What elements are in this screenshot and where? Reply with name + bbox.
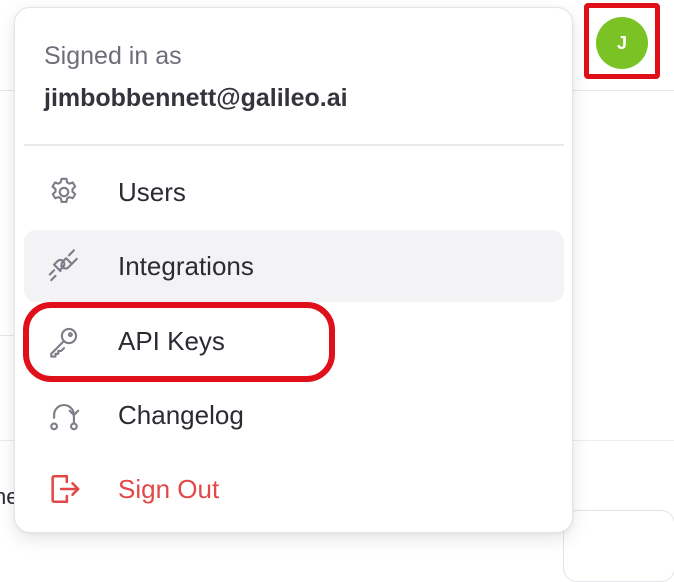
menu-divider	[24, 144, 564, 146]
menu-item-users[interactable]: Users	[24, 156, 564, 228]
menu-item-label: Users	[118, 176, 186, 207]
avatar-initial: J	[616, 32, 627, 53]
key-icon	[46, 323, 82, 359]
avatar[interactable]: J	[596, 17, 648, 69]
background-card	[563, 510, 674, 582]
gear-icon	[46, 174, 82, 210]
menu-item-label: Integrations	[118, 250, 254, 281]
signed-in-label: Signed in as	[44, 42, 182, 70]
plug-icon	[46, 248, 82, 284]
menu-item-label: Sign Out	[118, 473, 220, 504]
git-branch-icon	[46, 397, 82, 433]
menu-item-sign-out[interactable]: Sign Out	[24, 453, 564, 525]
signed-in-email: jimbobbennett@galileo.ai	[44, 84, 348, 112]
menu-item-api-keys[interactable]: API Keys	[24, 305, 564, 377]
menu-item-label: Changelog	[118, 399, 244, 430]
user-menu: Signed in as jimbobbennett@galileo.ai Us…	[14, 7, 573, 533]
menu-item-integrations[interactable]: Integrations	[24, 230, 564, 302]
menu-item-label: API Keys	[118, 325, 225, 356]
sign-out-icon	[46, 471, 82, 507]
menu-item-changelog[interactable]: Changelog	[24, 379, 564, 451]
